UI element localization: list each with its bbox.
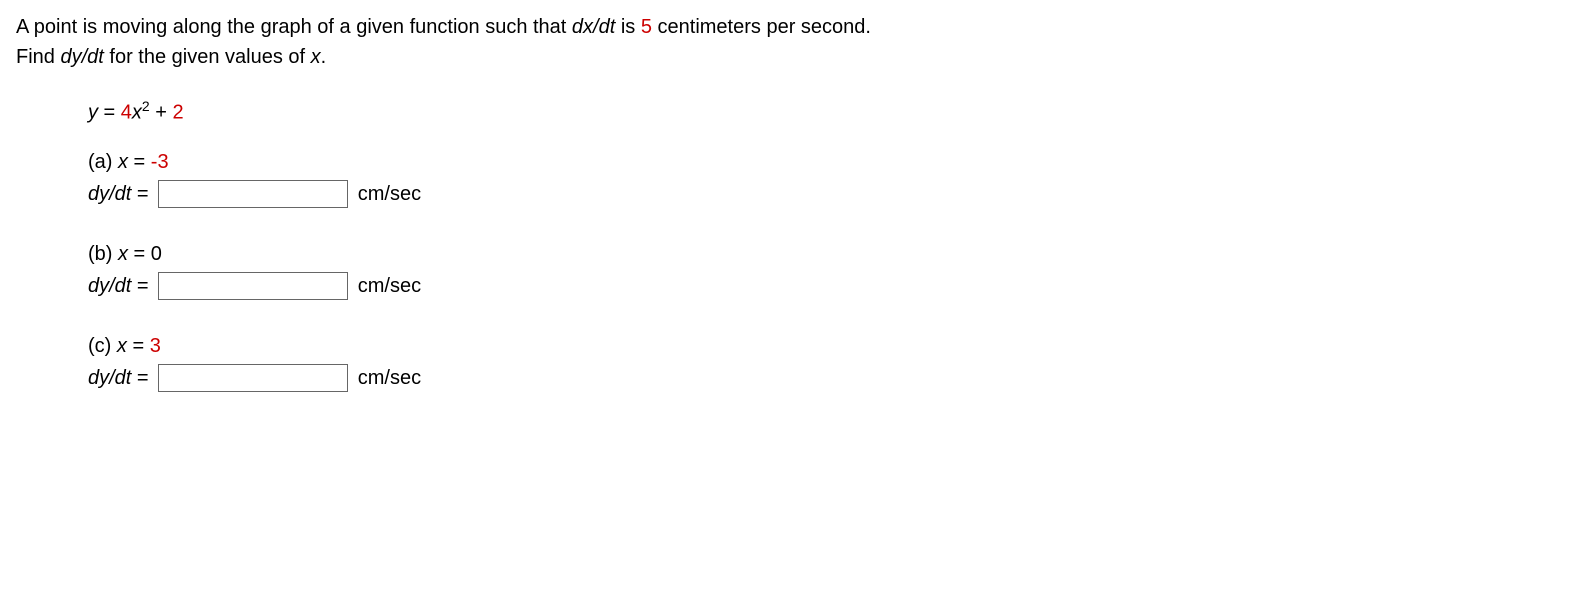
- part-c-eq2: =: [131, 367, 148, 389]
- part-b-label: (b): [88, 243, 118, 265]
- part-c-unit: cm/sec: [358, 367, 421, 389]
- rate-value: 5: [641, 16, 652, 38]
- part-b-x: x: [118, 243, 128, 265]
- part-a-value: -3: [151, 151, 169, 173]
- eq-y: y: [88, 102, 98, 124]
- eq-coef: 4: [121, 102, 132, 124]
- eq-const: 2: [173, 102, 184, 124]
- part-c: (c) x = 3 dy/dt = cm/sec: [88, 330, 1560, 394]
- part-a-eq: =: [128, 151, 151, 173]
- part-a-label: (a): [88, 151, 118, 173]
- part-c-dydt: dy/dt: [88, 367, 131, 389]
- problem-prompt: A point is moving along the graph of a g…: [16, 12, 1560, 72]
- part-c-x: x: [117, 335, 127, 357]
- eq-exp: 2: [142, 98, 150, 114]
- prompt-text-2: is: [615, 16, 641, 38]
- part-c-eq: =: [127, 335, 150, 357]
- part-b-input[interactable]: [158, 272, 348, 300]
- part-b-eq: =: [128, 243, 151, 265]
- part-b-unit: cm/sec: [358, 275, 421, 297]
- part-a-input[interactable]: [158, 180, 348, 208]
- eq-plus: +: [150, 102, 173, 124]
- prompt-text-1: A point is moving along the graph of a g…: [16, 16, 572, 38]
- part-a-unit: cm/sec: [358, 183, 421, 205]
- part-a-dydt: dy/dt: [88, 183, 131, 205]
- prompt-text-5: for the given values of: [104, 46, 311, 68]
- function-equation: y = 4x2 + 2: [88, 96, 1560, 128]
- eq-x: x: [132, 102, 142, 124]
- part-c-input[interactable]: [158, 364, 348, 392]
- part-a-eq2: =: [131, 183, 148, 205]
- eq-sign: =: [98, 102, 121, 124]
- part-b-dydt: dy/dt: [88, 275, 131, 297]
- prompt-text-3: centimeters per second.: [652, 16, 871, 38]
- part-a-x: x: [118, 151, 128, 173]
- part-b: (b) x = 0 dy/dt = cm/sec: [88, 238, 1560, 302]
- part-a: (a) x = -3 dy/dt = cm/sec: [88, 146, 1560, 210]
- prompt-text-6: .: [321, 46, 327, 68]
- x-var: x: [311, 46, 321, 68]
- part-c-label: (c): [88, 335, 117, 357]
- dxdt-var: dx/dt: [572, 16, 615, 38]
- part-c-value: 3: [150, 335, 161, 357]
- prompt-text-4: Find: [16, 46, 60, 68]
- dydt-var: dy/dt: [60, 46, 103, 68]
- part-b-value: 0: [151, 243, 162, 265]
- part-b-eq2: =: [131, 275, 148, 297]
